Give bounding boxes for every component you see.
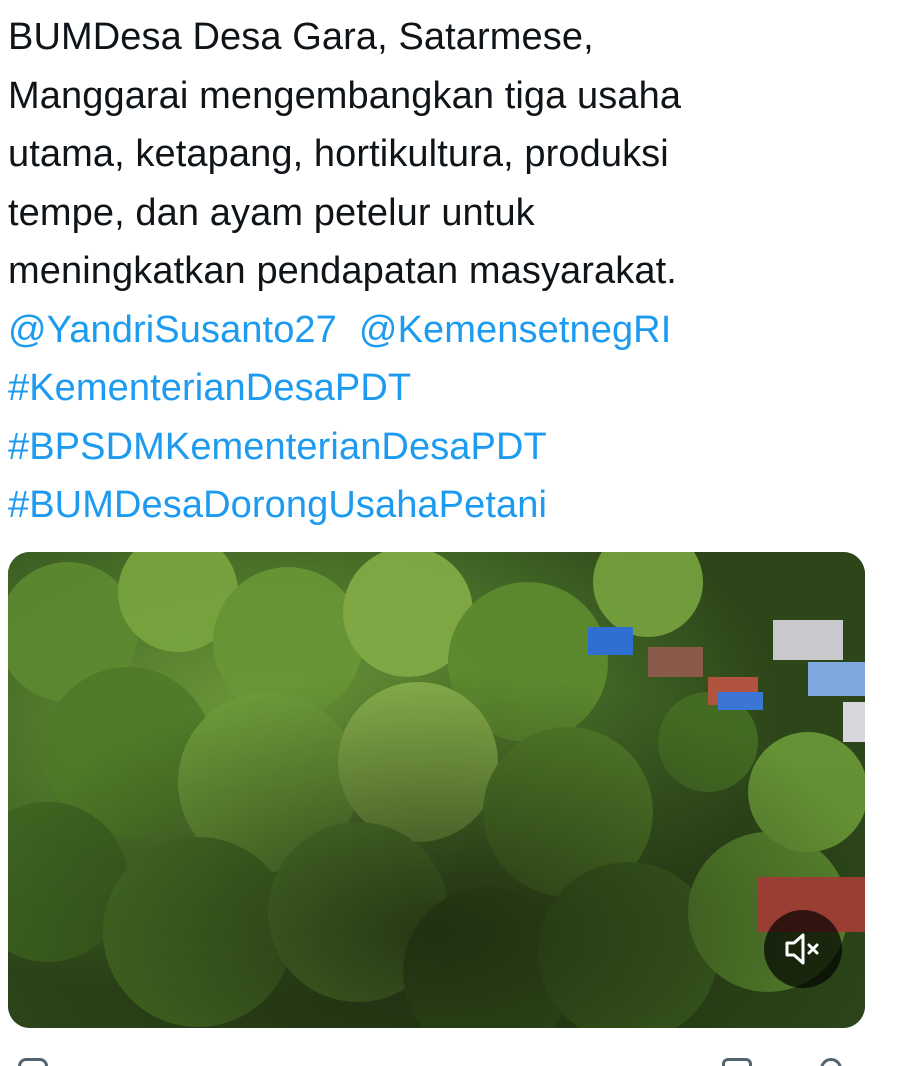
mention-link-yandrisusanto27[interactable]: @YandriSusanto27 [8,309,337,351]
tweet-text-line: utama, ketapang, hortikultura, produksi [8,133,669,175]
tweet-text: BUMDesa Desa Gara, Satarmese, Manggarai … [8,8,888,535]
video-frame-aerial-forest [8,552,865,1028]
tweet-text-line: BUMDesa Desa Gara, Satarmese, [8,16,594,58]
reply-icon[interactable] [18,1058,48,1066]
video-player[interactable] [8,552,865,1028]
mute-toggle-button[interactable] [764,910,842,988]
bookmark-icon[interactable] [722,1058,752,1066]
mentions-line: @YandriSusanto27 @KemensetnegRI [8,301,888,360]
speaker-muted-icon [785,933,819,965]
tweet-text-line: meningkatkan pendapatan masyarakat. [8,250,677,292]
hashtag-line: #BUMDesaDorongUsahaPetani [8,476,888,535]
share-icon[interactable] [820,1058,842,1066]
hashtag-link-bumdesadorongusahapetani[interactable]: #BUMDesaDorongUsahaPetani [8,484,547,526]
hashtag-link-kementeriandesapdt[interactable]: #KementerianDesaPDT [8,367,411,409]
hashtag-line: #BPSDMKementerianDesaPDT [8,418,888,477]
tweet-text-line: Manggarai mengembangkan tiga usaha [8,74,682,117]
hashtag-link-bpsdmkementeriandesapdt[interactable]: #BPSDMKementerianDesaPDT [8,426,547,468]
action-bar [0,1052,902,1066]
mention-link-kemensetnegri[interactable]: @KemensetnegRI [359,309,671,351]
tweet-text-line: tempe, dan ayam petelur untuk [8,191,535,234]
hashtag-line: #KementerianDesaPDT [8,359,888,418]
tweet: BUMDesa Desa Gara, Satarmese, Manggarai … [0,0,902,1066]
